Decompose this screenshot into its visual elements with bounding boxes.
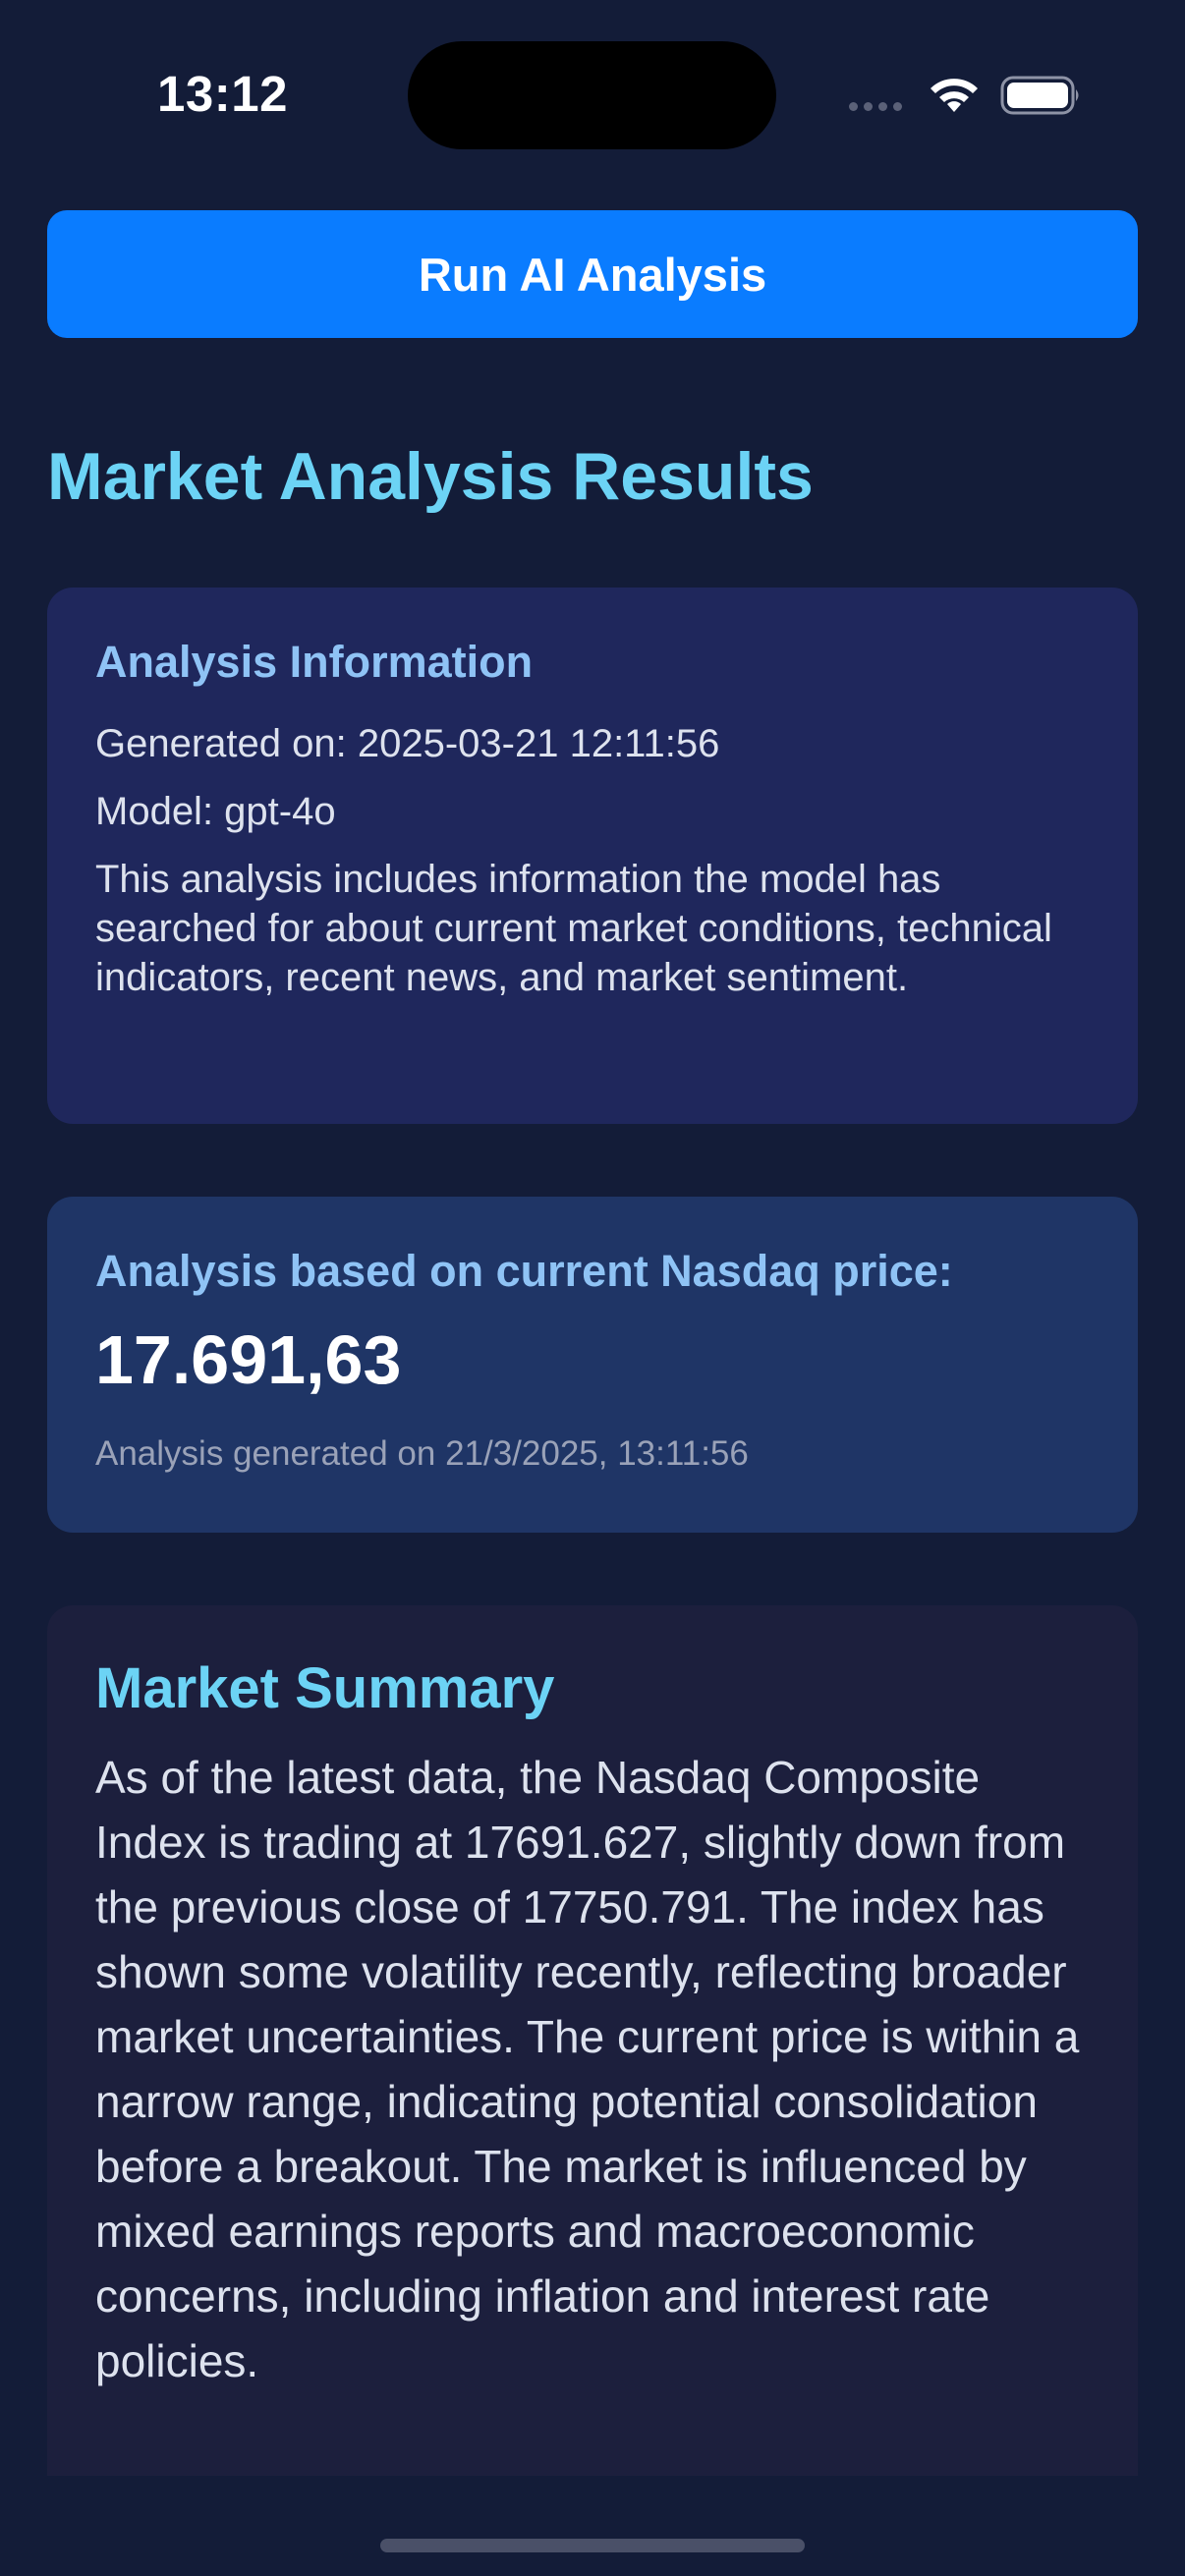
analysis-info-heading: Analysis Information xyxy=(95,637,534,687)
analysis-description: This analysis includes information the m… xyxy=(95,858,1052,999)
price-card: Analysis based on current Nasdaq price: … xyxy=(47,1197,1138,1533)
status-time: 13:12 xyxy=(157,66,288,122)
market-summary-card: Market Summary As of the latest data, th… xyxy=(47,1605,1138,2476)
generated-on-text: Generated on: 2025-03-21 12:11:56 xyxy=(95,722,720,765)
analysis-timestamp: Analysis generated on 21/3/2025, 13:11:5… xyxy=(95,1434,749,1473)
market-summary-title: Market Summary xyxy=(95,1656,555,1720)
home-indicator[interactable] xyxy=(380,2539,805,2552)
battery-icon xyxy=(1000,76,1079,115)
market-summary-text: As of the latest data, the Nasdaq Compos… xyxy=(95,1752,1080,2386)
nasdaq-price: 17.691,63 xyxy=(95,1321,402,1398)
page-title: Market Analysis Results xyxy=(47,439,814,514)
run-ai-analysis-button[interactable]: Run AI Analysis xyxy=(47,210,1138,338)
dynamic-island xyxy=(408,41,776,149)
model-text: Model: gpt-4o xyxy=(95,790,336,833)
wifi-icon xyxy=(931,79,978,112)
signal-dots-icon xyxy=(849,102,902,111)
status-bar: 13:12 xyxy=(0,0,1185,187)
analysis-info-card: Analysis Information Generated on: 2025-… xyxy=(47,588,1138,1124)
price-heading: Analysis based on current Nasdaq price: xyxy=(95,1246,953,1296)
